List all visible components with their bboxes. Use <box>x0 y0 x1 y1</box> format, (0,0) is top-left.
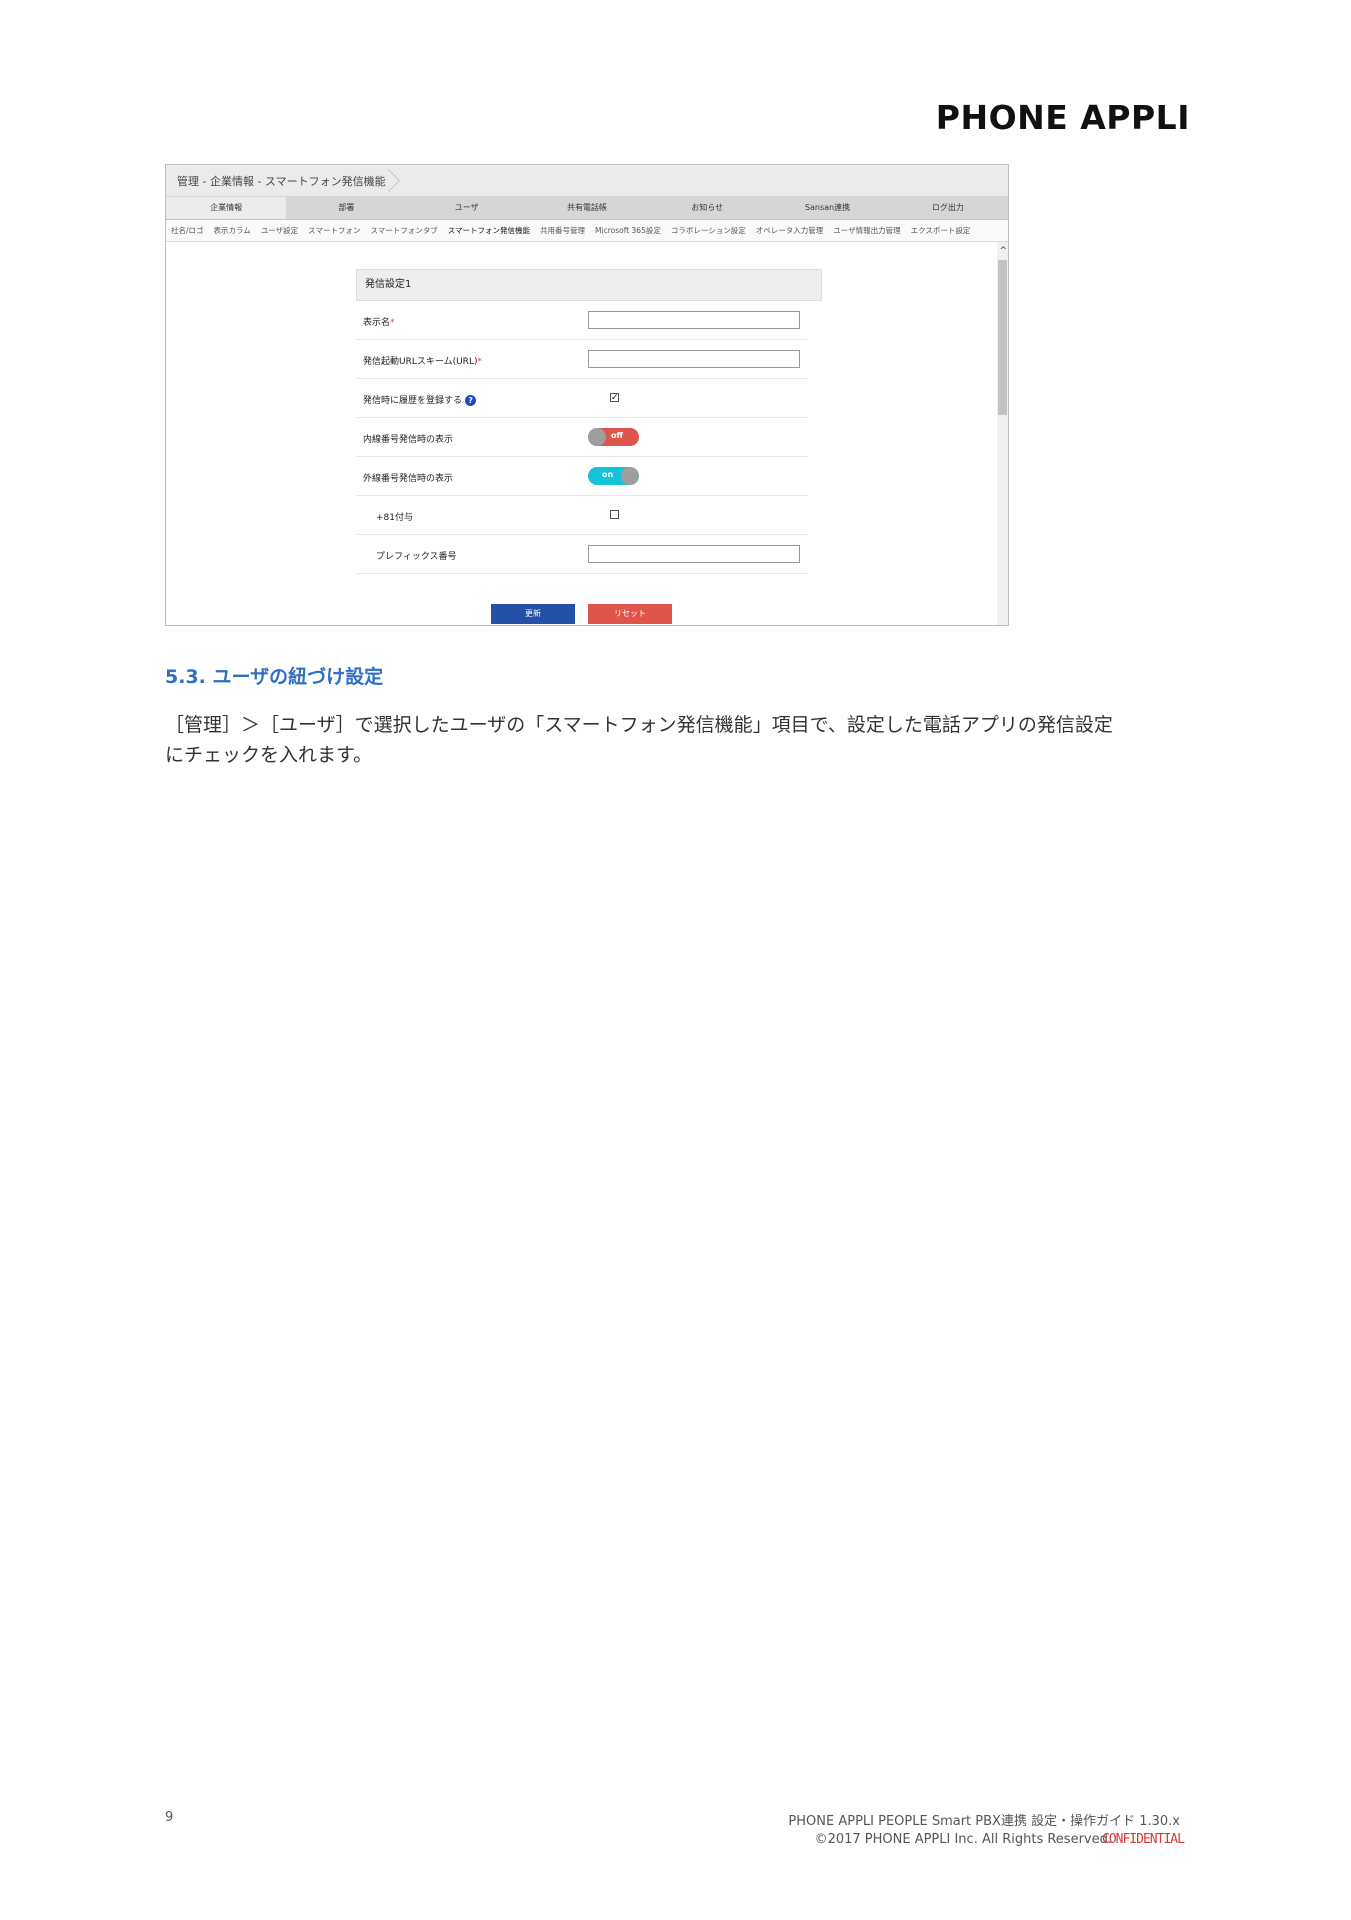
external-display-label: 外線番号発信時の表示 <box>363 474 454 484</box>
reset-button[interactable]: リセット <box>588 604 672 624</box>
subtab-m365[interactable]: Microsoft 365設定 <box>595 225 661 236</box>
scroll-thumb[interactable] <box>998 260 1007 415</box>
panel-title: 発信設定1 <box>356 269 822 301</box>
url-scheme-label: 発信起動URLスキーム(URL)* <box>363 357 482 367</box>
internal-display-label: 内線番号発信時の表示 <box>363 435 454 445</box>
breadcrumb: 管理 - 企業情報 - スマートフォン発信機能 <box>166 165 1008 197</box>
vertical-scrollbar[interactable]: ^ <box>997 242 1008 625</box>
subtab-name-logo[interactable]: 社名/ロゴ <box>171 225 204 236</box>
subtab-smartphone[interactable]: スマートフォン <box>308 225 360 236</box>
embedded-screenshot: 管理 - 企業情報 - スマートフォン発信機能 企業情報 部署 ユーザ 共有電話… <box>165 164 1009 626</box>
brand-logo-text: PHONE APPLI <box>935 98 1190 137</box>
tab-company[interactable]: 企業情報 <box>166 197 287 219</box>
display-name-label: 表示名* <box>363 318 395 328</box>
section-title: 5.3. ユーザの紐づけ設定 <box>165 666 384 688</box>
plus81-label: +81付与 <box>376 513 413 523</box>
toggle-state-label: off <box>611 431 623 440</box>
subtab-display-columns[interactable]: 表示カラム <box>214 225 251 236</box>
tab-log-output[interactable]: ログ出力 <box>888 197 1008 219</box>
scroll-up-icon[interactable]: ^ <box>999 246 1007 256</box>
external-display-toggle[interactable]: on <box>588 467 639 485</box>
page-number: 9 <box>165 1810 174 1825</box>
row-url-scheme: 発信起動URLスキーム(URL)* <box>356 340 808 379</box>
breadcrumb-text: 管理 - 企業情報 - スマートフォン発信機能 <box>177 175 386 188</box>
row-history: 発信時に履歴を登録する? ✓ <box>356 379 808 418</box>
help-icon[interactable]: ? <box>465 395 477 406</box>
tab-department[interactable]: 部署 <box>286 197 406 219</box>
footer-doc-title: PHONE APPLI PEOPLE Smart PBX連携 設定・操作ガイド … <box>788 1814 1180 1829</box>
subtab-collaboration[interactable]: コラボレーション設定 <box>671 225 746 236</box>
row-plus81: +81付与 <box>356 496 808 535</box>
display-name-input[interactable] <box>588 311 800 329</box>
subtab-smartphone-tab[interactable]: スマートフォンタブ <box>370 225 437 236</box>
row-display-name: 表示名* <box>356 301 808 340</box>
tab-notice[interactable]: お知らせ <box>647 197 767 219</box>
tab-shared-phonebook[interactable]: 共有電話帳 <box>527 197 647 219</box>
toggle-state-label: on <box>602 470 614 479</box>
toggle-knob-icon <box>621 467 639 485</box>
tab-sansan[interactable]: Sansan連携 <box>767 197 887 219</box>
tab-user[interactable]: ユーザ <box>407 197 527 219</box>
subtab-user-settings[interactable]: ユーザ設定 <box>261 225 298 236</box>
row-prefix: プレフィックス番号 <box>356 535 808 574</box>
subtab-operator-input[interactable]: オペレータ入力管理 <box>756 225 824 236</box>
body-line-1: ［管理］＞［ユーザ］で選択したユーザの「スマートフォン発信機能」項目で、設定した… <box>165 714 1113 736</box>
subtab-user-output[interactable]: ユーザ情報出力管理 <box>833 225 900 236</box>
history-checkbox[interactable]: ✓ <box>610 393 619 403</box>
history-label: 発信時に履歴を登録する? <box>363 393 477 406</box>
footer-copyright: ©2017 PHONE APPLI Inc. All Rights Reserv… <box>814 1832 1112 1847</box>
toggle-knob-icon <box>588 428 606 446</box>
subtab-shared-number[interactable]: 共用番号管理 <box>540 225 585 236</box>
subtab-smartphone-call[interactable]: スマートフォン発信機能 <box>448 225 530 236</box>
url-scheme-input[interactable] <box>588 350 800 368</box>
sub-tabs: 社名/ロゴ 表示カラム ユーザ設定 スマートフォン スマートフォンタブ スマート… <box>166 220 1008 242</box>
plus81-checkbox[interactable] <box>610 510 619 519</box>
prefix-label: プレフィックス番号 <box>376 552 457 562</box>
section-body: ［管理］＞［ユーザ］で選択したユーザの「スマートフォン発信機能」項目で、設定した… <box>165 710 1195 770</box>
row-internal-display: 内線番号発信時の表示 off <box>356 418 808 457</box>
settings-content: 発信設定1 表示名* 発信起動URLスキーム(URL)* 発信時に履歴を登録する… <box>166 242 1008 625</box>
body-line-2: にチェックを入れます。 <box>165 744 373 766</box>
main-tabs: 企業情報 部署 ユーザ 共有電話帳 お知らせ Sansan連携 ログ出力 <box>166 197 1008 220</box>
confidential-stamp: CONFIDENTIAL <box>1102 1832 1185 1847</box>
prefix-input[interactable] <box>588 545 800 563</box>
row-external-display: 外線番号発信時の表示 on <box>356 457 808 496</box>
subtab-export[interactable]: エクスポート設定 <box>911 225 971 236</box>
internal-display-toggle[interactable]: off <box>588 428 639 446</box>
update-button[interactable]: 更新 <box>491 604 575 624</box>
